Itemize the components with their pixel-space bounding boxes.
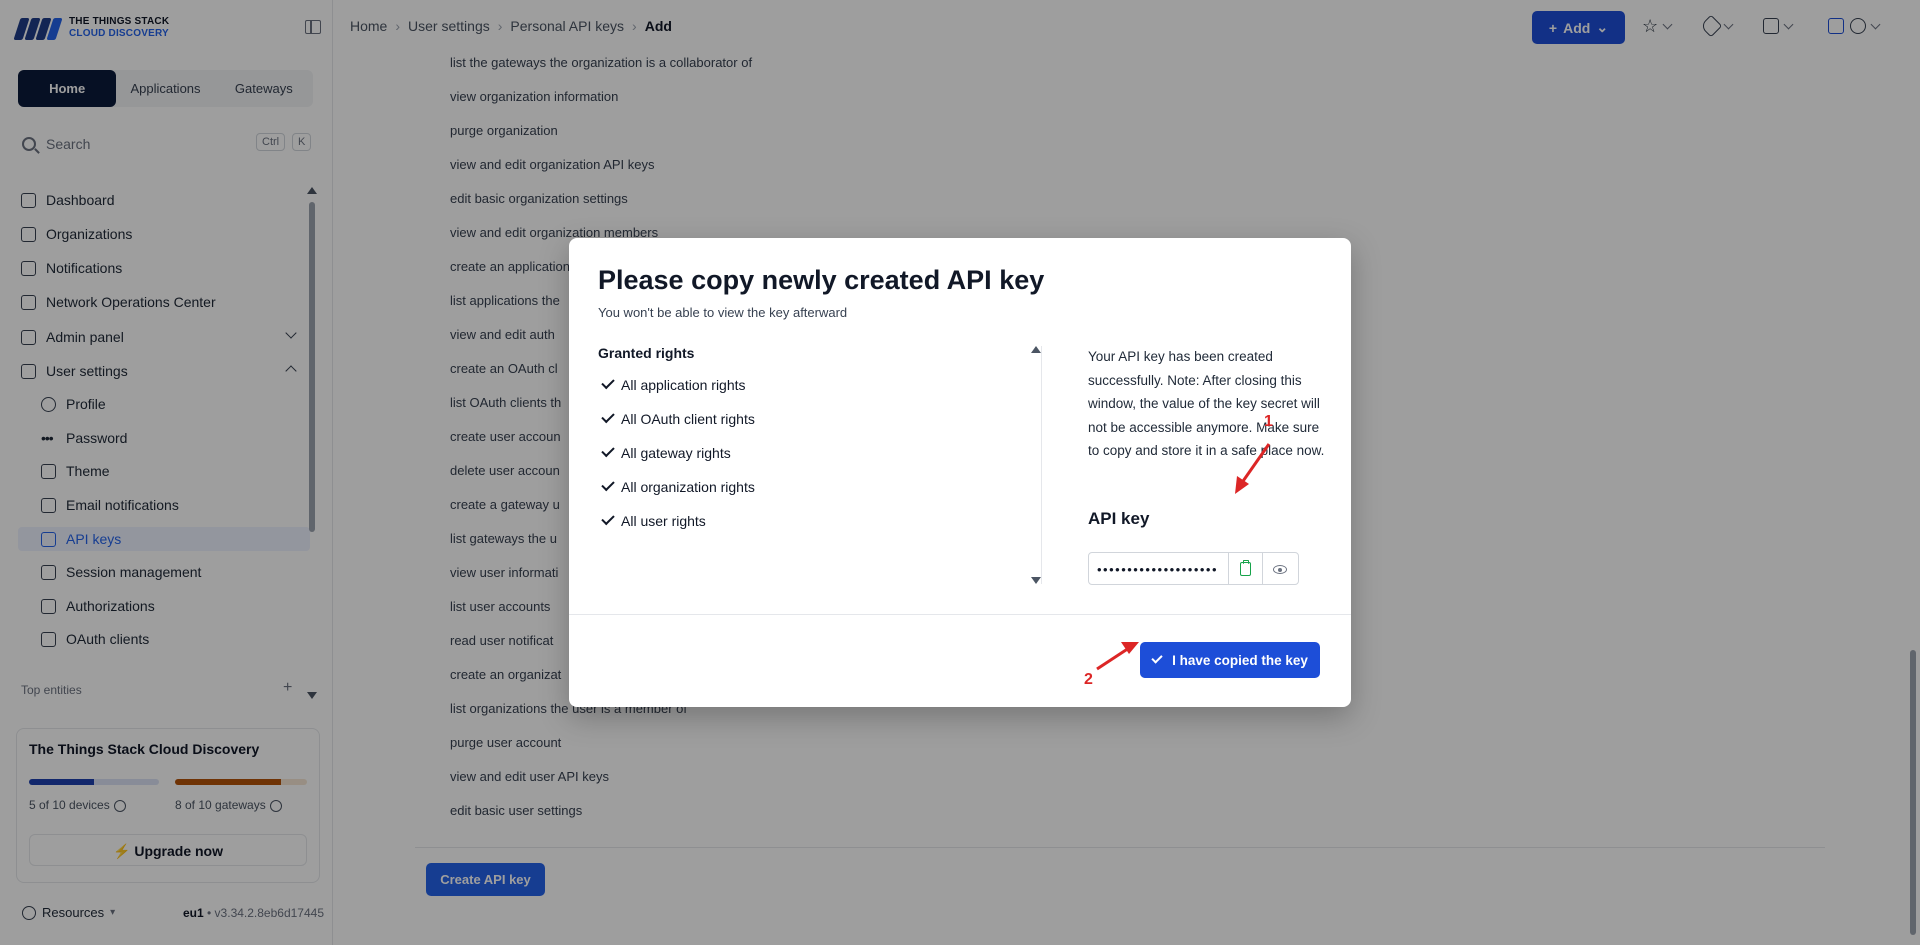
granted-right-item: All organization rights [601, 477, 755, 495]
api-key-modal: Please copy newly created API key You wo… [569, 238, 1351, 707]
modal-subtitle: You won't be able to view the key afterw… [598, 305, 848, 320]
annotation-arrow-1 [1235, 443, 1271, 494]
granted-right-item: All gateway rights [601, 443, 731, 461]
granted-right-item: All user rights [601, 511, 706, 529]
granted-right-label: All application rights [621, 377, 746, 393]
granted-rights-title: Granted rights [598, 345, 695, 361]
check-icon [601, 409, 615, 424]
reveal-api-key-button[interactable] [1263, 553, 1298, 584]
granted-right-label: All organization rights [621, 479, 755, 495]
check-icon [601, 443, 615, 458]
check-icon [1151, 652, 1163, 664]
granted-right-item: All OAuth client rights [601, 409, 755, 427]
confirm-label: I have copied the key [1172, 652, 1308, 668]
api-key-label: API key [1088, 509, 1150, 528]
granted-rights-panel: Granted rights All application rights Al… [598, 345, 1040, 585]
api-key-field: •••••••••••••••••••• [1088, 552, 1299, 585]
scroll-up-arrow-icon[interactable] [1031, 346, 1041, 353]
modal-title: Please copy newly created API key [598, 265, 1045, 295]
modal-divider [569, 614, 1351, 615]
api-key-value[interactable]: •••••••••••••••••••• [1089, 553, 1230, 584]
check-icon [601, 477, 615, 492]
clipboard-check-icon [1240, 560, 1252, 576]
granted-right-label: All OAuth client rights [621, 411, 755, 427]
granted-rights-scrollbar[interactable] [1030, 346, 1042, 584]
annotation-number-2: 2 [1084, 671, 1093, 688]
eye-icon [1273, 565, 1288, 574]
granted-right-label: All user rights [621, 513, 706, 529]
annotation-arrow-2 [1096, 642, 1139, 671]
scroll-down-arrow-icon[interactable] [1031, 577, 1041, 584]
api-key-notice: Your API key has been created successful… [1088, 349, 1325, 458]
copy-api-key-button[interactable] [1229, 553, 1264, 584]
granted-right-label: All gateway rights [621, 445, 731, 461]
annotation-number-1: 1 [1264, 413, 1273, 430]
granted-right-item: All application rights [601, 375, 746, 393]
check-icon [601, 511, 615, 526]
i-have-copied-the-key-button[interactable]: I have copied the key [1140, 642, 1320, 678]
check-icon [601, 375, 615, 390]
